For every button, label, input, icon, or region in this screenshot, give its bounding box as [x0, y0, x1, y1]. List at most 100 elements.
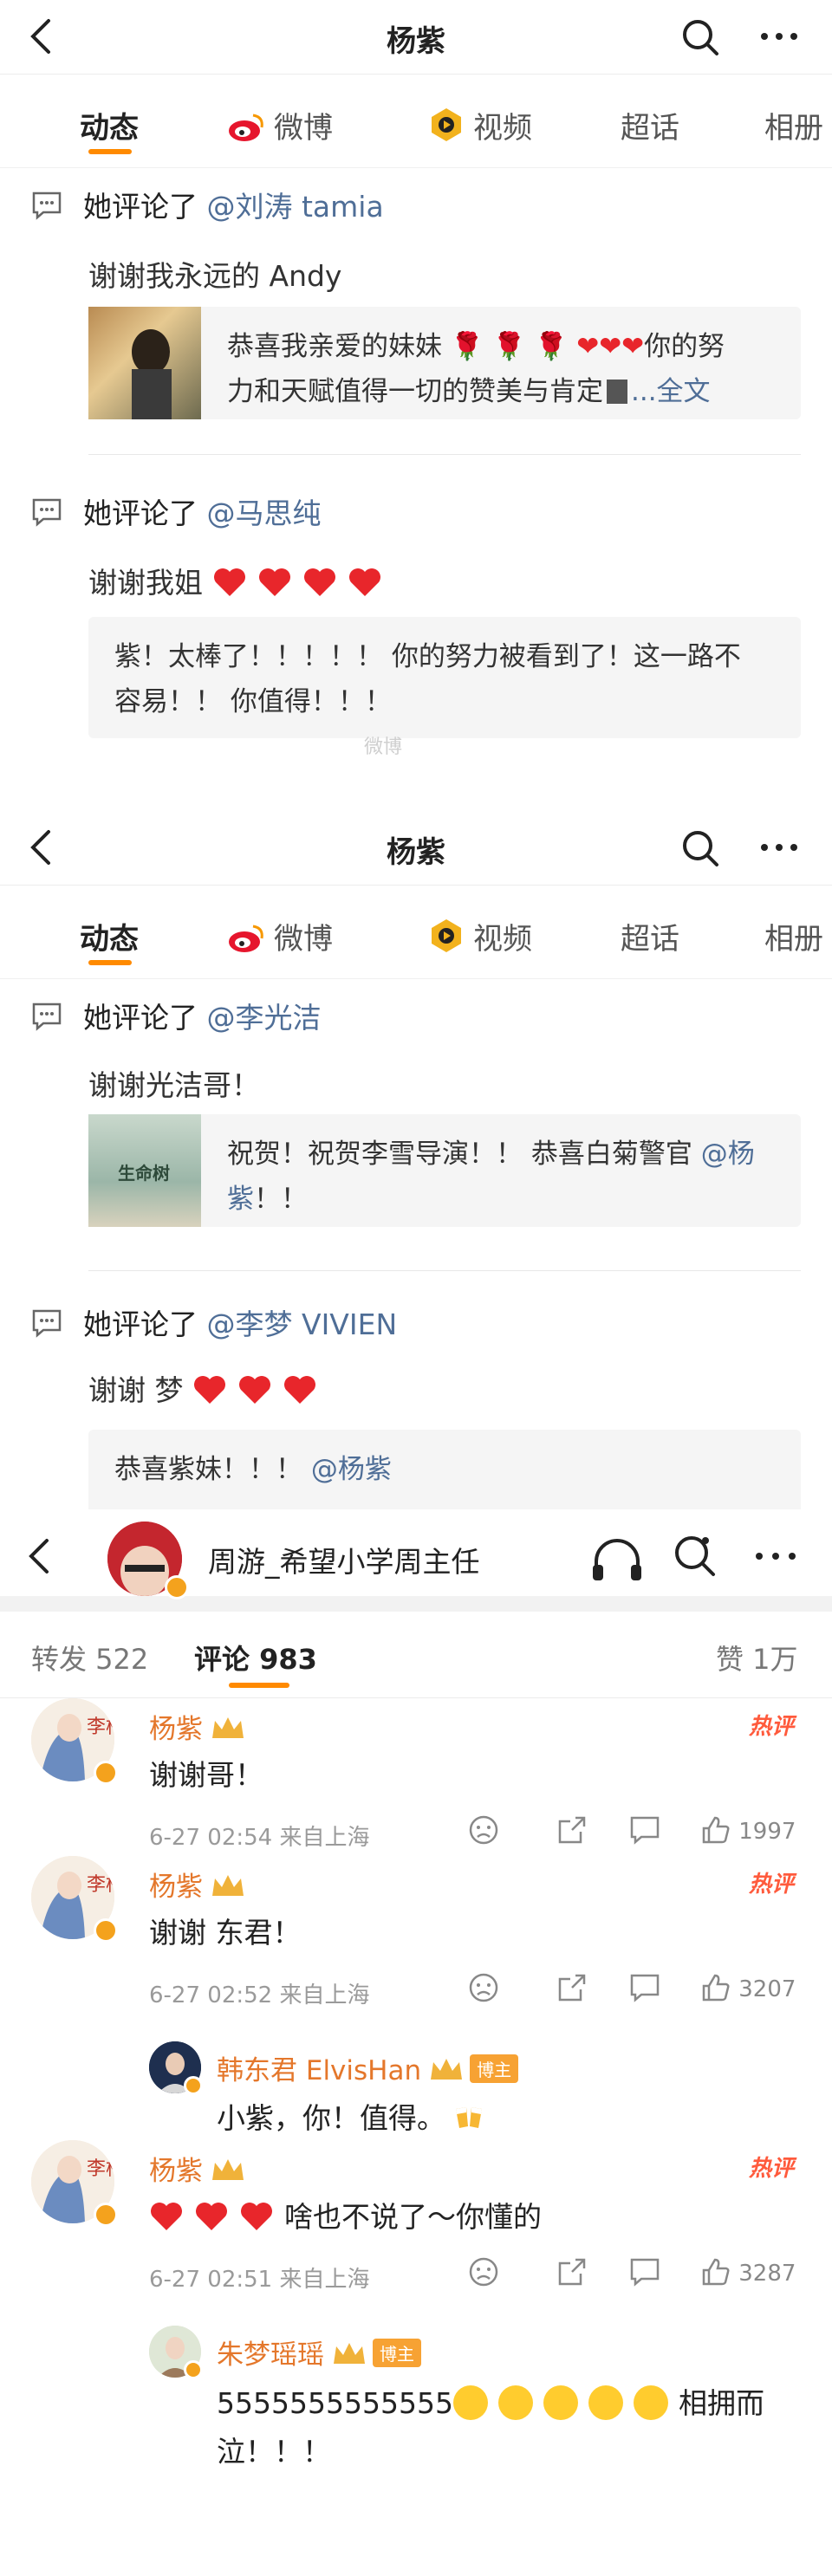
share-icon[interactable]: [556, 1814, 588, 1846]
truncation-icon: [607, 380, 627, 404]
heart-icon: ❤❤❤: [576, 331, 645, 362]
like-count: 3207: [738, 1976, 796, 2002]
blogger-badge: 博主: [373, 2339, 421, 2367]
dislike-icon[interactable]: [468, 1814, 499, 1846]
comment-text: 谢谢 东君！: [149, 1916, 302, 1950]
tab-weibo[interactable]: 微博: [227, 915, 333, 957]
search-icon[interactable]: [680, 828, 720, 868]
tab-underline: [88, 149, 132, 154]
top-bar: 杨紫: [0, 0, 832, 75]
reply-author-name[interactable]: 朱梦瑶瑶 博主: [217, 2333, 421, 2372]
rose-icon: 🌹 🌹 🌹: [442, 331, 577, 362]
tab-chaohua[interactable]: 超话: [621, 104, 679, 146]
quoted-post[interactable]: 恭喜我亲爱的妹妹 🌹 🌹 🌹 ❤❤❤你的努 力和天赋值得一切的赞美与肯定 ...全…: [88, 307, 801, 419]
dislike-icon[interactable]: [468, 2256, 499, 2287]
heart-icon: [258, 568, 290, 596]
reply-icon[interactable]: [629, 1972, 660, 2003]
reply-text: 谢谢我永远的 Andy: [88, 259, 342, 293]
thumbs-up-icon: [702, 1974, 730, 2002]
heart-icon: [151, 2203, 182, 2230]
back-icon[interactable]: [26, 1537, 52, 1575]
screenshot-2: 杨紫 动态 微博 视频 超话 相册 她评论了 @李光洁 谢谢光洁哥！ 生命树 祝…: [0, 811, 832, 1509]
divider: [88, 454, 801, 455]
quoted-text: 祝贺！祝贺李雪导演！！ 恭喜白菊警官 @杨 紫！！: [227, 1139, 755, 1215]
tab-dongtai[interactable]: 动态: [80, 104, 139, 154]
tab-video[interactable]: 视频: [428, 915, 532, 957]
reply-icon[interactable]: [629, 2256, 660, 2287]
activity-header: 她评论了 @李梦 VIVIEN: [31, 1301, 397, 1343]
full-text-link[interactable]: ...全文: [631, 376, 711, 407]
comment-icon: [32, 1309, 62, 1338]
quoted-post[interactable]: 紫！太棒了！！！！！ 你的努力被看到了！这一路不 容易！！ 你值得！！！: [88, 617, 801, 738]
weibo-icon: [229, 925, 263, 952]
tab-video[interactable]: 视频: [428, 104, 532, 146]
commenter-name[interactable]: 杨紫: [149, 2149, 246, 2188]
crying-emoji-icon: [497, 2385, 533, 2420]
post-stats-tabs: 转发 522 评论 983 赞 1万: [0, 1612, 832, 1698]
dislike-icon[interactable]: [468, 1972, 499, 2003]
more-icon[interactable]: [757, 19, 801, 54]
mention-link[interactable]: @刘涛 tamia: [207, 190, 384, 224]
like-count: 3287: [738, 2261, 796, 2287]
tab-comments[interactable]: 评论 983: [194, 1638, 317, 1688]
like-button[interactable]: 3207: [700, 1972, 796, 2003]
verified-badge: [94, 1761, 118, 1785]
mention-link[interactable]: @马思纯: [207, 496, 322, 530]
author-name[interactable]: 周游_希望小学周主任: [208, 1539, 480, 1580]
reply-text: 小紫，你！值得。: [217, 2095, 489, 2137]
tab-album[interactable]: 相册: [764, 915, 823, 957]
heart-icon: [194, 1376, 225, 1404]
tab-chaohua[interactable]: 超话: [621, 915, 679, 957]
share-icon[interactable]: [556, 2256, 588, 2287]
verified-badge: [184, 2076, 203, 2095]
mention-link[interactable]: @杨紫: [311, 1454, 392, 1485]
comment-icon: [32, 498, 62, 527]
screenshot-3: 周游_希望小学周主任 转发 522 评论 983 赞 1万 李柏 杨紫 热评 谢…: [0, 1509, 832, 2576]
quoted-post[interactable]: 生命树 祝贺！祝贺李雪导演！！ 恭喜白菊警官 @杨 紫！！: [88, 1114, 801, 1227]
comment-meta: 6-27 02:54 来自上海: [149, 1825, 370, 1851]
headphone-icon[interactable]: [589, 1535, 645, 1584]
tab-likes[interactable]: 赞 1万: [716, 1638, 798, 1677]
activity-header: 她评论了 @马思纯: [31, 490, 322, 532]
mention-link[interactable]: @李光洁: [207, 1001, 322, 1035]
commenter-name[interactable]: 杨紫: [149, 1707, 246, 1746]
activity-header: 她评论了 @李光洁: [31, 995, 322, 1036]
tab-weibo[interactable]: 微博: [227, 104, 333, 146]
hot-comment-badge: 热评: [748, 2156, 794, 2182]
reply-author-name[interactable]: 韩东君 ElvisHan 博主: [217, 2048, 519, 2087]
comment-icon: [32, 1002, 62, 1031]
like-button[interactable]: 1997: [700, 1814, 796, 1846]
more-icon[interactable]: [752, 1539, 799, 1574]
crown-icon: [334, 2343, 365, 2364]
more-icon[interactable]: [757, 830, 801, 865]
mention-link[interactable]: @杨: [701, 1139, 755, 1170]
svg-text:李柏: 李柏: [87, 1874, 114, 1896]
quoted-text: 恭喜我亲爱的妹妹 🌹 🌹 🌹 ❤❤❤你的努 力和天赋值得一切的赞美与肯定 ...全…: [227, 331, 725, 407]
search-icon[interactable]: [680, 17, 720, 57]
like-button[interactable]: 3287: [700, 2256, 796, 2287]
crying-emoji-icon: [543, 2385, 578, 2420]
verified-badge: [184, 2360, 203, 2379]
tab-underline: [88, 960, 132, 965]
reply-text: 谢谢我姐: [88, 560, 393, 601]
heart-icon: [239, 1376, 270, 1404]
mention-link[interactable]: @李梦 VIVIEN: [207, 1307, 398, 1341]
share-icon[interactable]: [556, 1972, 588, 2003]
tab-reposts[interactable]: 转发 522: [31, 1638, 148, 1677]
reply-text: 5555555555555 相拥而 泣！！！: [217, 2385, 764, 2469]
commenter-name[interactable]: 杨紫: [149, 1865, 246, 1904]
tab-dongtai[interactable]: 动态: [80, 915, 139, 965]
reply-text: 谢谢光洁哥！: [88, 1068, 260, 1102]
heart-icon: [303, 568, 335, 596]
quoted-post[interactable]: 恭喜紫妹！！！ @杨紫: [88, 1430, 801, 1509]
mention-link[interactable]: 紫: [227, 1184, 254, 1215]
crown-icon: [212, 1875, 244, 1896]
tab-album[interactable]: 相册: [764, 104, 823, 146]
post-header: 周游_希望小学周主任: [0, 1509, 832, 1612]
thumbs-up-icon: [702, 1816, 730, 1844]
comment-feed-2: 她评论了 @李光洁 谢谢光洁哥！ 生命树 祝贺！祝贺李雪导演！！ 恭喜白菊警官 …: [0, 979, 832, 1509]
weibo-icon: [229, 114, 263, 141]
heart-icon: [348, 568, 380, 596]
reply-icon[interactable]: [629, 1814, 660, 1846]
search-icon[interactable]: [673, 1534, 718, 1579]
